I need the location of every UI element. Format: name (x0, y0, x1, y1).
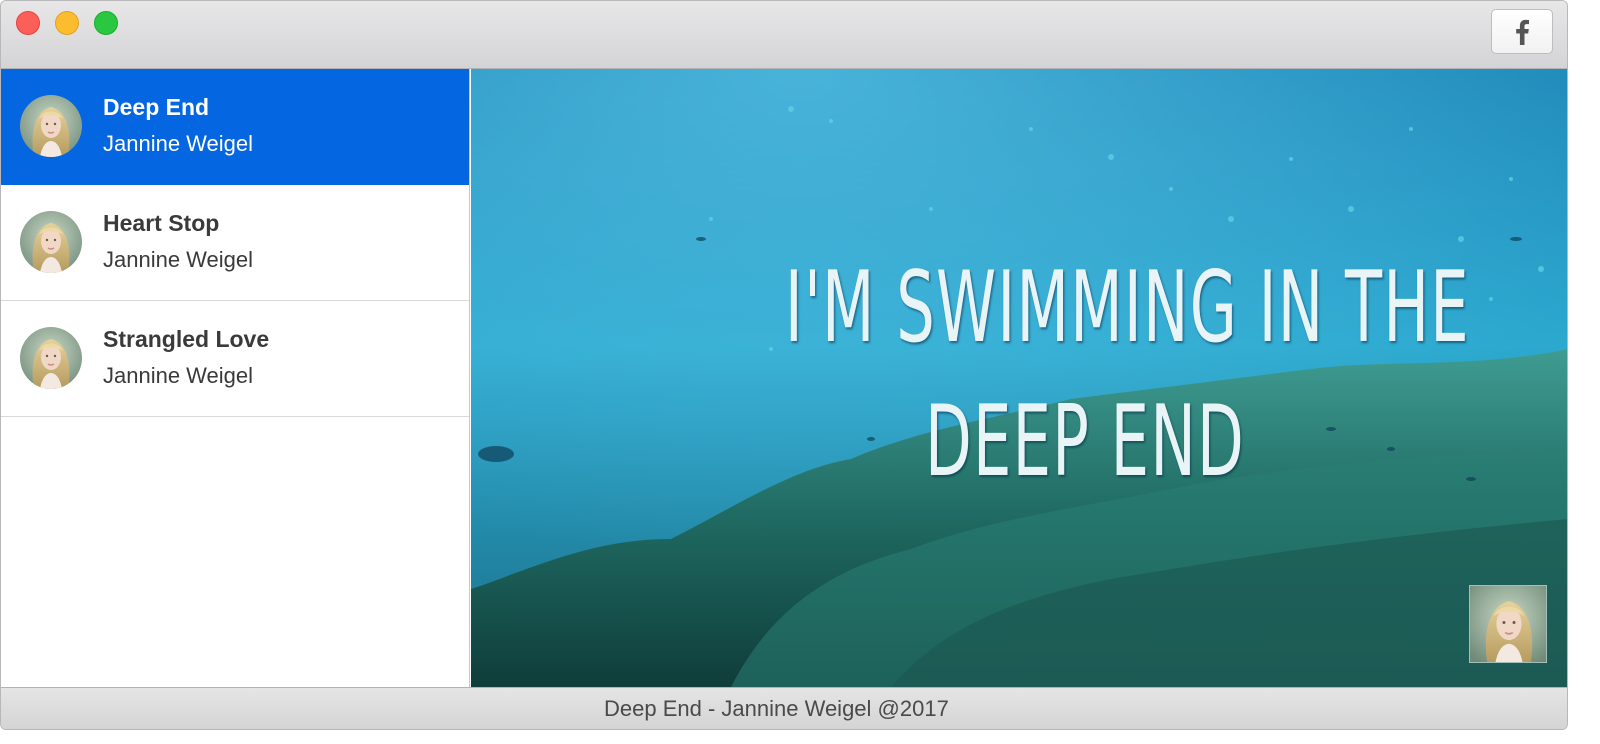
playlist-item[interactable]: Heart Stop Jannine Weigel (1, 185, 469, 301)
avatar (20, 95, 82, 157)
lyrics-overlay: I'M SWIMMING IN THE DEEP END (471, 251, 1567, 499)
playlist-item[interactable]: Deep End Jannine Weigel (1, 69, 469, 185)
lyrics-line: I'M SWIMMING IN THE (784, 251, 1470, 365)
facebook-share-button[interactable] (1491, 9, 1553, 54)
app-window: Deep End Jannine Weigel Heart Stop Janni… (0, 0, 1568, 730)
minimize-window-button[interactable] (55, 11, 79, 35)
song-title: Deep End (103, 94, 210, 120)
song-artist: Jannine Weigel (103, 247, 254, 272)
video-player[interactable]: I'M SWIMMING IN THE DEEP END (471, 69, 1567, 687)
maximize-window-button[interactable] (94, 11, 118, 35)
song-title: Strangled Love (103, 326, 270, 352)
lyrics-line: DEEP END (924, 385, 1246, 499)
artist-thumbnail (1469, 585, 1547, 663)
facebook-icon (1514, 19, 1530, 45)
status-bar: Deep End - Jannine Weigel @2017 (1, 687, 1567, 729)
playlist-sidebar: Deep End Jannine Weigel Heart Stop Janni… (1, 69, 470, 687)
playlist-item[interactable]: Strangled Love Jannine Weigel (1, 301, 469, 417)
avatar (20, 211, 82, 273)
avatar (20, 327, 82, 389)
title-bar (1, 1, 1567, 69)
song-title: Heart Stop (103, 210, 220, 236)
now-playing-text: Deep End - Jannine Weigel @2017 (604, 696, 949, 721)
song-artist: Jannine Weigel (103, 363, 254, 388)
close-window-button[interactable] (16, 11, 40, 35)
song-artist: Jannine Weigel (103, 131, 254, 156)
